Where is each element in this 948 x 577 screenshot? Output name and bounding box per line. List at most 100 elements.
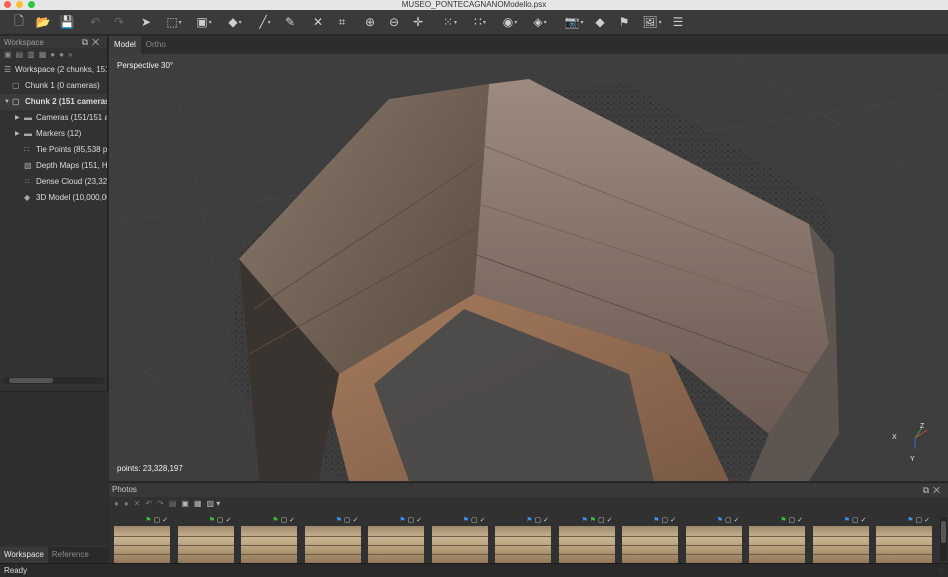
open-folder-icon[interactable]: 📂 — [34, 14, 52, 30]
tree-item-chunk-2[interactable]: ▼ ▢ Chunk 2 (151 cameras, 2,000,000 poin… — [0, 94, 107, 110]
photo-image — [558, 526, 615, 565]
disable-camera-icon[interactable]: ● — [124, 499, 129, 508]
photos-vertical-scrollbar[interactable] — [940, 517, 947, 561]
point-cloud-view-icon[interactable]: ⁙ ▾ — [437, 14, 463, 30]
tab-ortho[interactable]: Ortho — [141, 36, 171, 54]
add-marker-icon[interactable]: ▦ — [39, 50, 47, 59]
textured-view-icon[interactable]: ◈ ▾ — [527, 14, 553, 30]
resize-region-icon[interactable]: ▣ ▾ — [192, 14, 216, 30]
show-cameras-icon[interactable]: ◆ — [591, 14, 609, 30]
navigation-arrow-icon[interactable]: ➤ — [138, 14, 154, 30]
capture-camera-icon[interactable]: 📷 ▾ — [561, 14, 587, 30]
zoom-in-icon[interactable]: ⊕ — [362, 14, 378, 30]
more-tools-icon[interactable]: » — [68, 50, 72, 59]
photo-thumbnail[interactable]: ⚑ ▢ ✓ — [749, 517, 805, 565]
photo-image — [876, 526, 932, 565]
remove-item-icon[interactable]: ● — [50, 50, 55, 59]
filter-photos-icon[interactable]: ▤ — [169, 499, 177, 508]
crop-icon[interactable]: ⌗ — [334, 14, 350, 30]
scrollbar-thumb[interactable] — [9, 378, 53, 383]
zoom-out-icon[interactable]: ⊖ — [386, 14, 402, 30]
photo-thumbnail[interactable]: ⚑ ▢ ✓ — [812, 517, 869, 565]
workspace-tree: ☰ Workspace (2 chunks, 151 cameras) ▢ Ch… — [0, 62, 107, 206]
redo-icon[interactable]: ↷ — [110, 14, 128, 30]
tab-reference[interactable]: Reference — [48, 547, 93, 563]
ruler-bar-icon[interactable]: ☰ — [669, 14, 687, 30]
save-icon[interactable]: 💾 — [58, 14, 76, 30]
flag-green-icon: ⚑ — [145, 517, 152, 524]
tree-item-workspace[interactable]: ☰ Workspace (2 chunks, 151 cameras) — [0, 62, 107, 78]
photo-thumbnail[interactable]: ⚑ ⚑ ▢ ✓ — [558, 517, 615, 565]
tree-item-tie-points[interactable]: ∷ Tie Points (85,538 points) — [0, 142, 107, 158]
disable-item-icon[interactable]: ● — [59, 50, 64, 59]
mesh-view-icon[interactable]: ◉ ▾ — [497, 14, 523, 30]
photo-thumbnail[interactable]: ⚑ ▢ ✓ — [495, 517, 551, 565]
tree-item-label: Dense Cloud (23,328,197 points) — [36, 177, 107, 186]
photo-thumbnail[interactable]: ⚑ ▢ ✓ — [368, 517, 424, 565]
float-panel-icon[interactable]: ⧉ — [82, 37, 92, 47]
camera-icon: ▢ — [788, 517, 796, 524]
float-panel-icon[interactable]: ⧉ — [923, 485, 933, 495]
scrollbar-thumb[interactable] — [941, 521, 946, 543]
tree-item-label: Tie Points (85,538 points) — [36, 145, 107, 154]
aligned-check-icon: ✓ — [543, 517, 549, 524]
undo-icon[interactable]: ↶ — [86, 14, 104, 30]
photo-image — [622, 526, 678, 565]
ruler-icon[interactable]: ✎ — [282, 14, 298, 30]
tree-item-3d-model[interactable]: ◆ 3D Model (10,000,000 faces) — [0, 190, 107, 206]
aligned-check-icon: ✓ — [479, 517, 486, 524]
dense-cloud-view-icon[interactable]: ∷ ▾ — [467, 14, 493, 30]
aligned-check-icon: ✓ — [797, 517, 803, 524]
add-folder-icon[interactable]: ▥ — [27, 50, 35, 59]
reset-camera-icon[interactable]: ✕ — [134, 499, 141, 508]
flag-blue-icon: ⚑ — [581, 517, 588, 524]
view-mode-icon[interactable]: ▧ ▾ — [206, 499, 220, 508]
model-icon: ◆ — [24, 193, 31, 202]
rectangle-selection-icon[interactable]: ⬚ ▾ — [162, 14, 186, 30]
photo-thumbnail[interactable]: ⚑ ▢ ✓ — [431, 517, 488, 565]
collapse-arrow-icon[interactable]: ▶ — [15, 126, 20, 142]
tree-item-cameras[interactable]: ▶ ▬ Cameras (151/151 aligned) — [0, 110, 107, 126]
model-viewport[interactable]: Perspective 30° points: 23,328,197 X Y Z — [109, 54, 948, 481]
tab-workspace[interactable]: Workspace — [0, 547, 48, 563]
remove-camera-icon[interactable]: ● — [114, 499, 119, 508]
add-photos-icon[interactable]: ▤ — [16, 50, 24, 59]
workspace-panel-title: Workspace — [4, 37, 44, 47]
photo-thumbnail[interactable]: ⚑ ▢ ✓ — [876, 517, 932, 565]
photo-thumbnail[interactable]: ⚑ ▢ ✓ — [114, 517, 170, 565]
photo-image — [495, 526, 551, 565]
tree-item-markers[interactable]: ▶ ▬ Markers (12) — [0, 126, 107, 142]
resize-grip-icon[interactable]: ⁙ — [938, 567, 944, 575]
rotate-left-icon[interactable]: ↶ — [145, 499, 152, 508]
tree-item-depth-maps[interactable]: ▧ Depth Maps (151, High quality) — [0, 158, 107, 174]
photo-status-flags: ⚑ ▢ ✓ — [272, 517, 295, 525]
photo-thumbnail[interactable]: ⚑ ▢ ✓ — [622, 517, 678, 565]
draw-shape-icon[interactable]: ╱ ▾ — [252, 14, 278, 30]
rotate-right-icon[interactable]: ↷ — [157, 499, 164, 508]
delete-selection-icon[interactable]: ✕ — [310, 14, 326, 30]
show-markers-icon[interactable]: ⚑ — [615, 14, 633, 30]
workspace-horizontal-scrollbar[interactable] — [3, 377, 105, 384]
rotate-object-icon[interactable]: ◆ ▾ — [222, 14, 248, 30]
photo-thumbnail[interactable]: ⚑ ▢ ✓ — [304, 517, 361, 565]
left-panel-tabs: Workspace Reference — [0, 547, 108, 563]
photo-thumbnail[interactable]: ⚑ ▢ ✓ — [177, 517, 234, 565]
show-masks-icon[interactable]: ▣ — [181, 499, 189, 508]
collapse-arrow-icon[interactable]: ▶ — [15, 110, 20, 126]
photo-thumbnail[interactable]: ⚑ ▢ ✓ — [685, 517, 742, 565]
move-view-icon[interactable]: ✛ — [410, 14, 426, 30]
close-panel-icon[interactable]: ✕ — [933, 485, 944, 495]
close-panel-icon[interactable]: ✕ — [92, 37, 103, 47]
add-chunk-icon[interactable]: ▣ — [4, 50, 12, 59]
expand-arrow-icon[interactable]: ▼ — [4, 94, 10, 110]
show-depth-icon[interactable]: ▦ — [194, 499, 202, 508]
photo-thumbnail[interactable]: ⚑ ▢ ✓ — [241, 517, 297, 565]
window-title: MUSEO_PONTECAGNANOModello.psx — [401, 0, 547, 9]
photo-status-flags: ⚑ ⚑ ▢ ✓ — [581, 517, 612, 525]
tab-model[interactable]: Model — [109, 36, 141, 54]
show-images-icon[interactable]: 🖼 ▾ — [639, 14, 665, 30]
tree-item-chunk-1[interactable]: ▢ Chunk 1 (0 cameras) — [0, 78, 107, 94]
new-document-icon[interactable]: 🗋 — [10, 14, 28, 30]
tree-item-dense-cloud[interactable]: ⁙ Dense Cloud (23,328,197 points) — [0, 174, 107, 190]
photo-image — [812, 526, 869, 565]
